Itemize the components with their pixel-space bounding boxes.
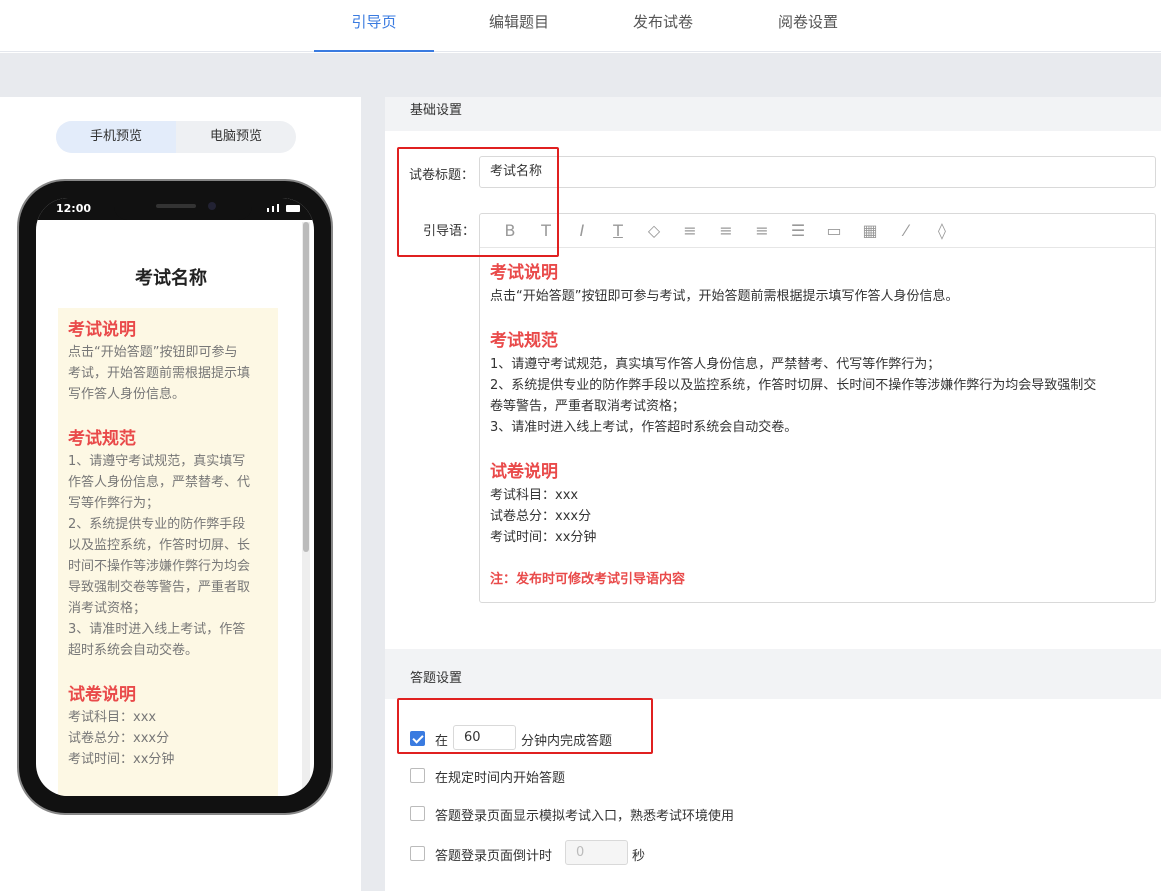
editor-line: 3、请准时进入线上考试，作答超时系统会自动交卷。 <box>490 420 798 435</box>
preview-heading: 考试说明 <box>68 320 136 340</box>
highlight-box <box>397 147 559 257</box>
preview-line: 点击“开始答题”按钮即可参与 <box>68 345 238 360</box>
preview-panel: 手机预览 电脑预览 12:00 考试名称 考试说明 点击“开始答题”按钮即可参与… <box>0 97 361 891</box>
toolbar-strip <box>0 53 1161 97</box>
eraser-icon[interactable]: ◊ <box>924 221 960 240</box>
image-icon[interactable]: ▭ <box>816 221 852 240</box>
preview-switch: 手机预览 电脑预览 <box>56 121 296 153</box>
list-icon[interactable]: ☰ <box>780 221 816 240</box>
preview-line: 考试科目：xxx <box>68 710 157 725</box>
editor-line: 1、请遵守考试规范，真实填写作答人身份信息，严禁替考、代写等作弊行为； <box>490 357 941 372</box>
preview-scrollbar[interactable] <box>302 222 310 788</box>
editor-heading: 考试说明 <box>490 263 558 283</box>
preview-line: 考试时间：xx分钟 <box>68 752 175 767</box>
table-icon[interactable]: ▦ <box>852 221 888 240</box>
align-right-icon[interactable]: ≡ <box>744 221 780 240</box>
tab-edit-questions[interactable]: 编辑题目 <box>459 0 579 52</box>
answer-settings-header: 答题设置 <box>385 649 1161 699</box>
link-icon[interactable]: ⁄ <box>888 221 924 240</box>
desktop-preview-button[interactable]: 电脑预览 <box>176 121 296 153</box>
status-time: 12:00 <box>56 202 92 215</box>
underline-icon[interactable]: T <box>600 221 636 240</box>
preview-line: 时间不操作等涉嫌作弊行为均会 <box>68 559 251 574</box>
phone-notch <box>114 198 252 220</box>
basic-settings-title: 基础设置 <box>410 103 463 118</box>
preview-line: 超时系统会自动交卷。 <box>68 643 199 658</box>
editor-line: 点击“开始答题”按钮即可参与考试，开始答题前需根据提示填写作答人身份信息。 <box>490 289 959 304</box>
start-in-time-checkbox[interactable] <box>410 768 425 783</box>
editor-line: 考试时间：xx分钟 <box>490 530 597 545</box>
mock-exam-label: 答题登录页面显示模拟考试入口，熟悉考试环境使用 <box>435 809 735 824</box>
preview-heading: 考试规范 <box>68 429 136 449</box>
preview-line: 2、系统提供专业的防作弊手段 <box>68 517 246 532</box>
phone-screen: 12:00 考试名称 考试说明 点击“开始答题”按钮即可参与 考试，开始答题前需… <box>36 198 314 796</box>
tab-grading-settings[interactable]: 阅卷设置 <box>748 0 868 52</box>
mock-exam-checkbox[interactable] <box>410 806 425 821</box>
signal-icon <box>267 204 300 212</box>
editor-heading: 考试规范 <box>490 331 558 351</box>
editor-line: 2、系统提供专业的防作弊手段以及监控系统，作答时切屏、长时间不操作等涉嫌作弊行为… <box>490 378 1097 393</box>
editor-toolbar: B T I T ◇ ≡ ≡ ≡ ☰ ▭ ▦ ⁄ ◊ <box>480 214 1155 248</box>
mobile-preview-button[interactable]: 手机预览 <box>56 121 176 153</box>
countdown-checkbox[interactable] <box>410 846 425 861</box>
fill-color-icon[interactable]: ◇ <box>636 221 672 240</box>
preview-line: 写等作弊行为； <box>68 496 160 511</box>
editor-line: 卷等警告，严重者取消考试资格； <box>490 399 686 414</box>
preview-line: 试卷总分：xxx分 <box>68 731 170 746</box>
editor-line: 试卷总分：xxx分 <box>490 509 592 524</box>
answer-settings-title: 答题设置 <box>410 671 463 686</box>
editor-note: 注：发布时可修改考试引导语内容 <box>490 572 686 587</box>
tab-guide[interactable]: 引导页 <box>314 0 434 52</box>
countdown-suffix: 秒 <box>632 849 646 864</box>
top-nav: 引导页 编辑题目 发布试卷 阅卷设置 <box>0 0 1161 52</box>
preview-line: 写作答人身份信息。 <box>68 387 186 402</box>
preview-heading: 试卷说明 <box>68 685 136 705</box>
tab-publish[interactable]: 发布试卷 <box>603 0 723 52</box>
align-left-icon[interactable]: ≡ <box>672 221 708 240</box>
preview-line: 作答人身份信息，严禁替考、代 <box>68 475 251 490</box>
panel-divider <box>361 97 385 891</box>
preview-line: 考试，开始答题前需根据提示填 <box>68 366 251 381</box>
exam-title-input[interactable]: 考试名称 <box>479 156 1156 188</box>
editor-line: 考试科目：xxx <box>490 488 579 503</box>
intro-editor[interactable]: B T I T ◇ ≡ ≡ ≡ ☰ ▭ ▦ ⁄ ◊ 考试说明 点击“开始答题”按… <box>479 213 1156 603</box>
countdown-input[interactable]: 0 <box>565 840 628 865</box>
editor-content[interactable]: 考试说明 点击“开始答题”按钮即可参与考试，开始答题前需根据提示填写作答人身份信… <box>480 248 1155 590</box>
preview-line: 以及监控系统，作答时切屏、长 <box>68 538 251 553</box>
basic-settings-header: 基础设置 <box>385 97 1161 131</box>
preview-line: 3、请准时进入线上考试，作答 <box>68 622 246 637</box>
preview-line: 1、请遵守考试规范，真实填写 <box>68 454 246 469</box>
countdown-label: 答题登录页面倒计时 <box>435 849 553 864</box>
preview-line: 导致强制交卷等警告，严重者取 <box>68 580 251 595</box>
start-in-time-label: 在规定时间内开始答题 <box>435 771 566 786</box>
preview-line: 消考试资格； <box>68 601 147 616</box>
align-center-icon[interactable]: ≡ <box>708 221 744 240</box>
highlight-box <box>397 698 653 754</box>
editor-heading: 试卷说明 <box>490 462 558 482</box>
phone-frame: 12:00 考试名称 考试说明 点击“开始答题”按钮即可参与 考试，开始答题前需… <box>17 179 333 815</box>
preview-content: 考试说明 点击“开始答题”按钮即可参与 考试，开始答题前需根据提示填 写作答人身… <box>58 308 278 796</box>
italic-icon[interactable]: I <box>564 221 600 240</box>
settings-panel: 基础设置 试卷标题： 考试名称 引导语： B T I T ◇ ≡ ≡ ≡ ☰ ▭… <box>385 97 1161 891</box>
preview-title: 考试名称 <box>135 268 207 289</box>
